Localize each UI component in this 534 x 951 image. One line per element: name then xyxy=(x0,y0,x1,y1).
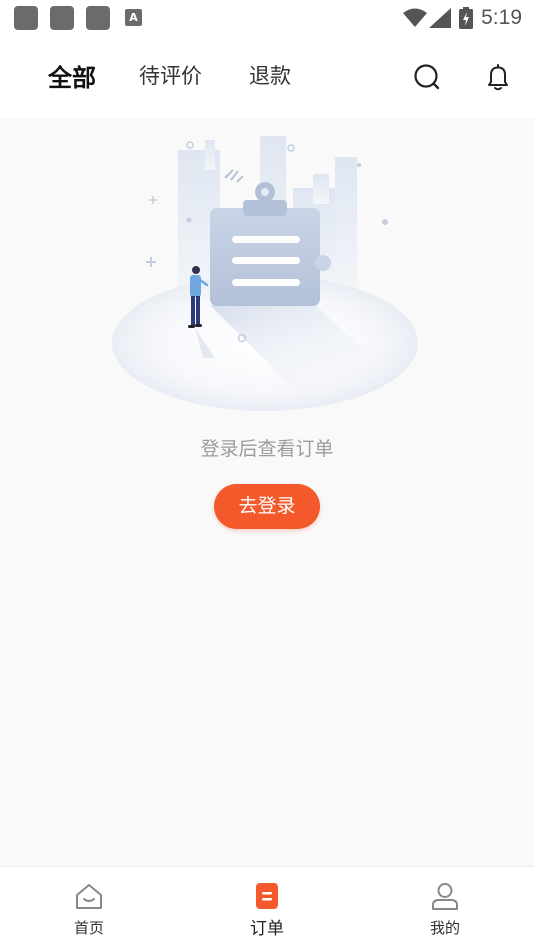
home-icon xyxy=(76,884,102,909)
nav-label-home: 首页 xyxy=(73,919,104,937)
bottom-nav: 首页 订单 我的 xyxy=(0,866,534,951)
tab-refund[interactable]: 退款 xyxy=(249,60,291,90)
nav-item-home[interactable]: 首页 xyxy=(0,867,178,951)
nav-item-orders[interactable]: 订单 xyxy=(178,867,356,951)
app-icon xyxy=(50,6,74,30)
battery-charging-icon xyxy=(459,7,474,29)
app-icon xyxy=(14,6,38,30)
empty-state-message: 登录后查看订单 xyxy=(200,438,334,460)
nav-item-profile[interactable]: 我的 xyxy=(356,867,534,951)
signal-icon xyxy=(429,8,452,28)
tab-pending-review[interactable]: 待评价 xyxy=(139,60,202,90)
wifi-icon xyxy=(403,8,428,27)
clipboard-empty-illustration xyxy=(112,136,418,411)
order-icon xyxy=(256,883,278,909)
app-icon xyxy=(86,6,110,30)
search-icon[interactable] xyxy=(412,62,442,92)
profile-icon xyxy=(432,883,458,910)
login-button[interactable]: 去登录 xyxy=(214,484,320,529)
bell-icon[interactable] xyxy=(483,62,513,92)
nav-label-profile: 我的 xyxy=(429,919,460,937)
status-time: 5:19 xyxy=(481,6,522,29)
status-bar: A 5:19 xyxy=(0,0,534,36)
nav-label-orders: 订单 xyxy=(250,919,284,939)
tab-all[interactable]: 全部 xyxy=(48,58,96,93)
order-header: 全部 待评价 退款 xyxy=(0,36,534,118)
keyboard-a-icon: A xyxy=(125,9,142,26)
